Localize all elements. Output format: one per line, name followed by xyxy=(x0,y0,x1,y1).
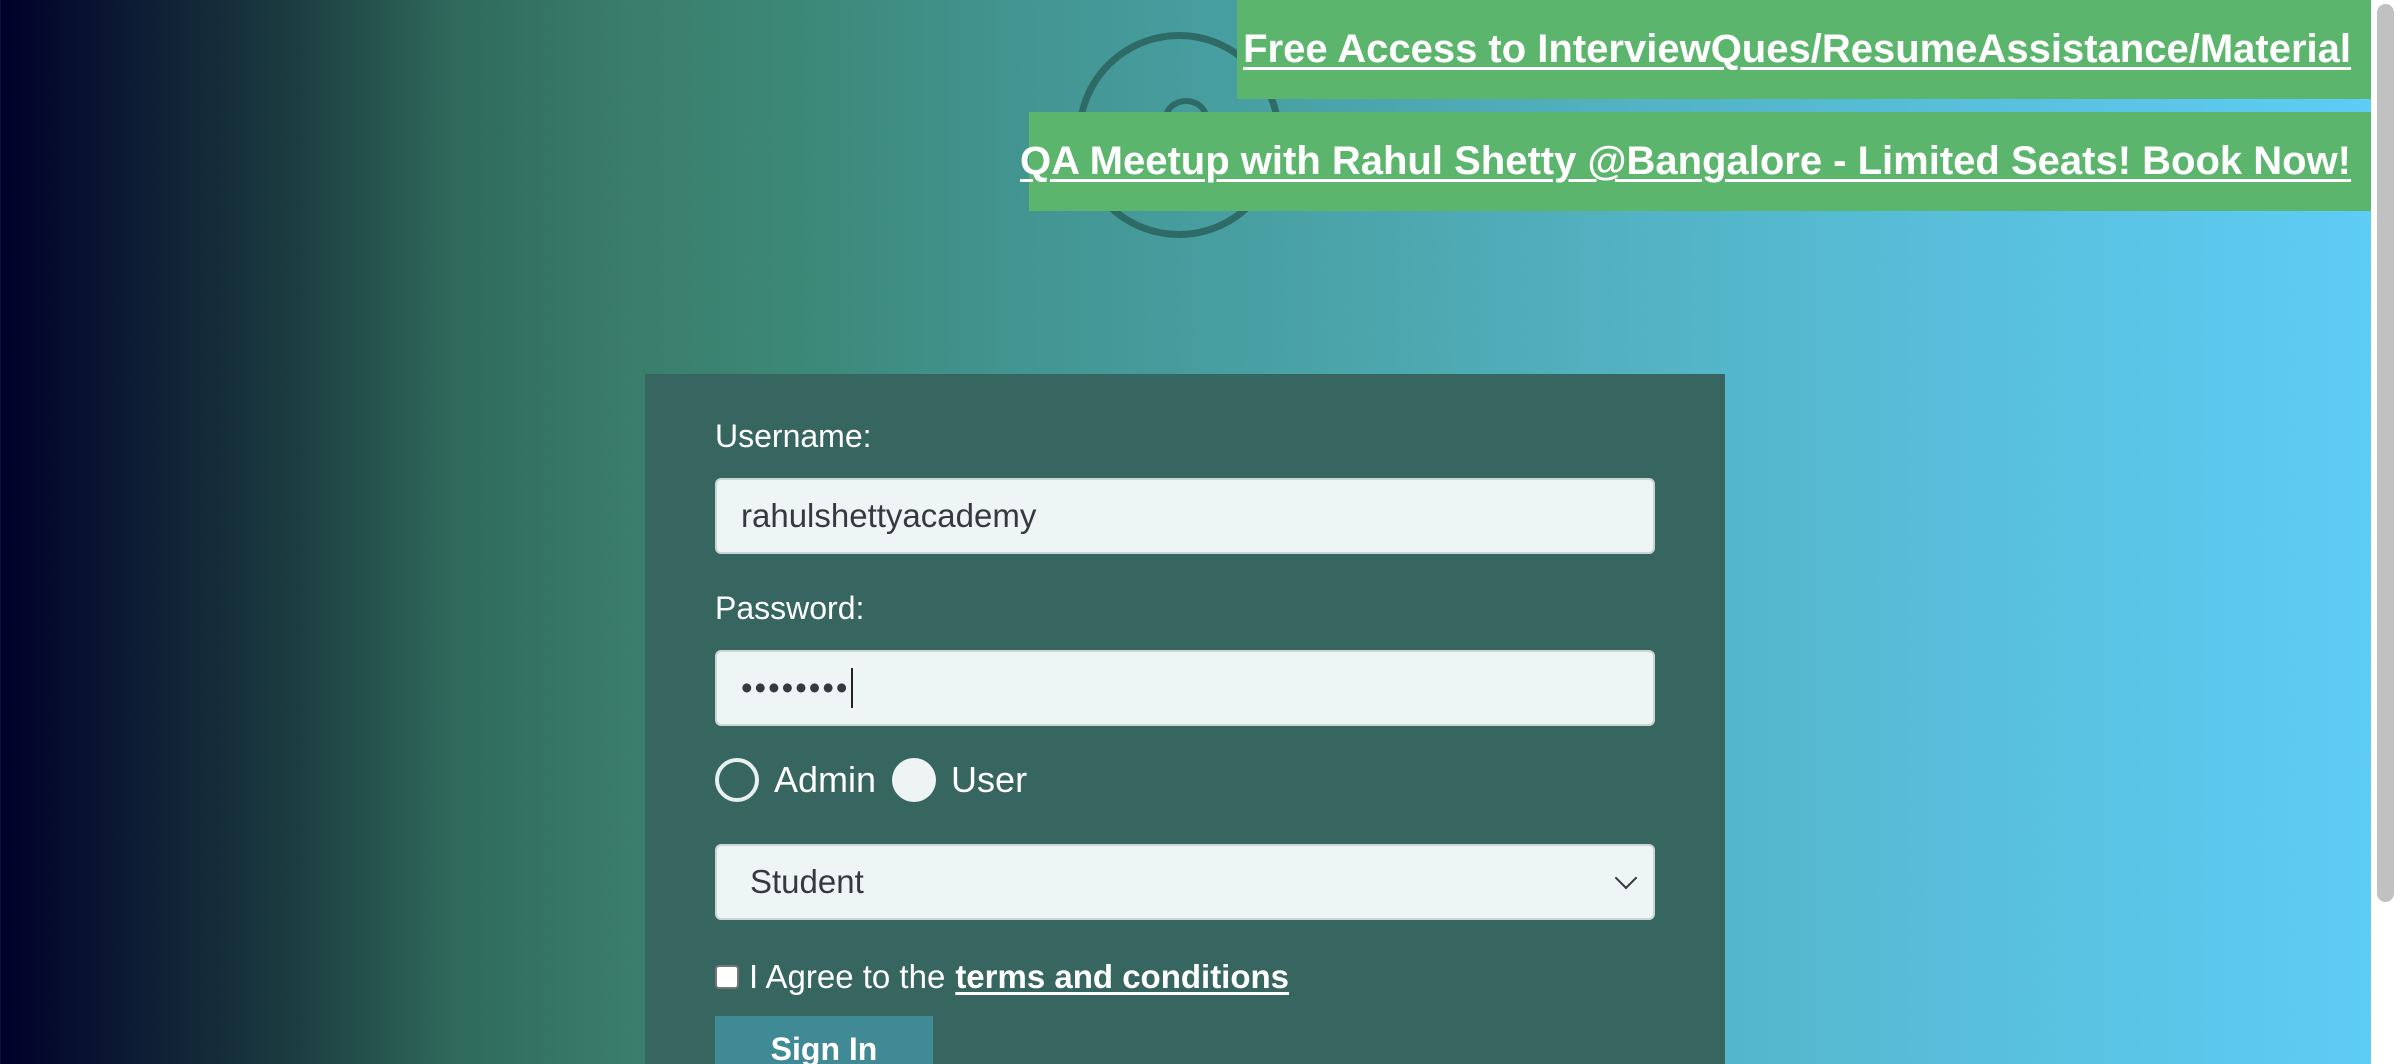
sign-in-button[interactable]: Sign In xyxy=(715,1016,933,1064)
role-select-value: Student xyxy=(750,863,864,900)
username-value: rahulshettyacademy xyxy=(741,497,1037,534)
scrollbar-track[interactable] xyxy=(2371,0,2400,1064)
meetup-banner: QA Meetup with Rahul Shetty @Bangalore -… xyxy=(1020,112,2371,211)
password-input[interactable]: •••••••• xyxy=(715,650,1655,726)
role-select[interactable]: Student xyxy=(715,844,1655,920)
password-label: Password: xyxy=(715,590,865,626)
password-masked-value: •••••••• xyxy=(741,669,850,706)
free-access-banner: Free Access to InterviewQues/ResumeAssis… xyxy=(1237,0,2371,99)
free-access-link[interactable]: Free Access to InterviewQues/ResumeAssis… xyxy=(1243,27,2351,72)
terms-checkbox[interactable] xyxy=(715,965,739,989)
scrollbar-thumb[interactable] xyxy=(2377,4,2394,902)
meetup-link[interactable]: QA Meetup with Rahul Shetty @Bangalore -… xyxy=(1020,139,2351,184)
admin-radio-label: Admin xyxy=(774,759,877,800)
terms-prefix-text: I Agree to the xyxy=(749,958,946,995)
terms-link[interactable]: terms and conditions xyxy=(955,958,1289,996)
username-label: Username: xyxy=(715,418,872,454)
username-input[interactable]: rahulshettyacademy xyxy=(715,478,1655,554)
user-radio-label: User xyxy=(951,759,1028,800)
user-radio[interactable] xyxy=(892,758,937,802)
terms-row: I Agree to the terms and conditions xyxy=(715,958,1289,996)
chevron-down-icon xyxy=(1614,866,1638,890)
login-form: Username: rahulshettyacademy Password: •… xyxy=(645,374,1725,1064)
text-caret xyxy=(851,668,854,708)
admin-radio[interactable] xyxy=(715,758,759,802)
account-type-radio-group: Admin User xyxy=(715,758,1043,802)
